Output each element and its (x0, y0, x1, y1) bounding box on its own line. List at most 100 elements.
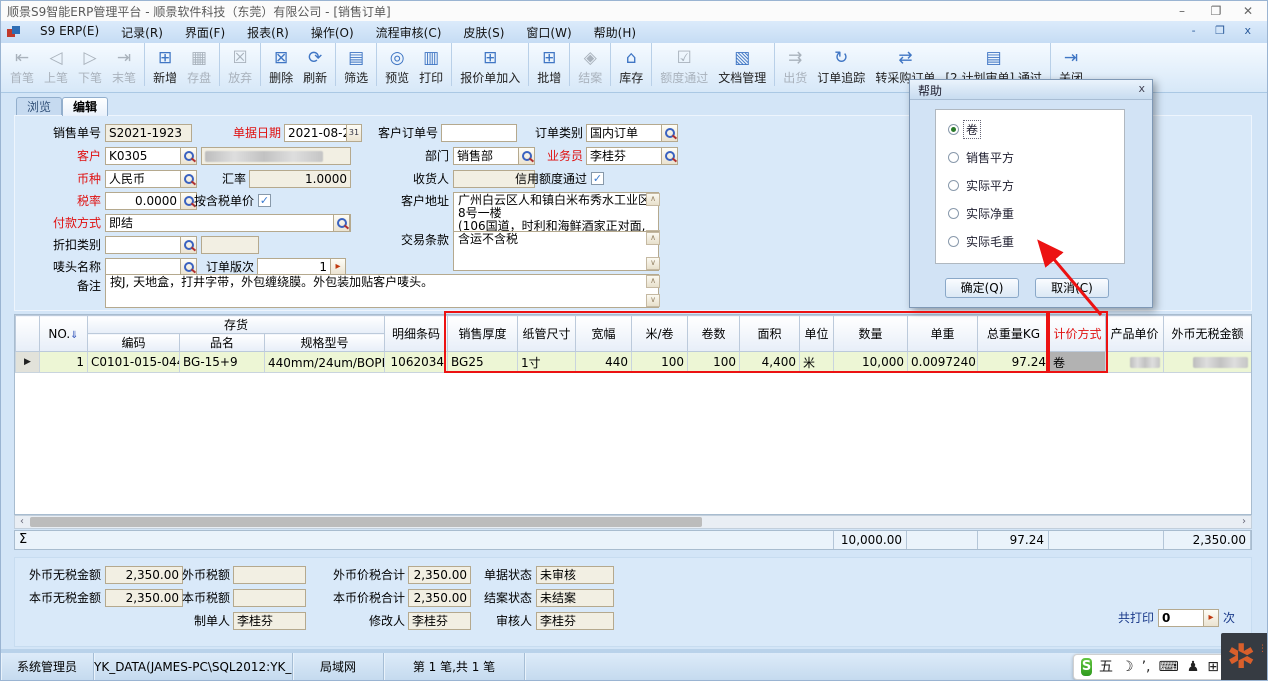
col-item-name[interactable]: 品名 (180, 334, 265, 352)
order-type-field[interactable]: 国内订单 (586, 124, 662, 142)
currency-field[interactable]: 人民币 (105, 170, 181, 188)
col-total-weight[interactable]: 总重量KG (978, 316, 1050, 352)
toolbar-button[interactable]: ⊞ 新增 (144, 43, 182, 86)
discount-lookup-icon[interactable] (180, 236, 197, 254)
pricing-option[interactable]: 销售平方 (948, 149, 1124, 165)
scroll-down-icon[interactable]: ∨ (646, 257, 660, 270)
toolbar-button[interactable]: ⌂ 库存 (610, 43, 648, 86)
calendar-icon[interactable]: 31 (346, 124, 362, 142)
tab-browse[interactable]: 浏览 (16, 97, 62, 116)
cell-total-weight[interactable]: 97.24 (978, 352, 1050, 373)
salesman-field[interactable]: 李桂芬 (586, 147, 662, 165)
order-type-lookup-icon[interactable] (661, 124, 678, 142)
doc-date-field[interactable]: 2021-08-20 (284, 124, 347, 142)
toolbar-button[interactable]: ⇉ 出货 (774, 43, 812, 86)
menu-item[interactable]: 记录(R) (110, 22, 174, 43)
toolbar-button[interactable]: ▤ 筛选 (335, 43, 373, 86)
toolbar-button[interactable]: ⊞ 批增 (528, 43, 566, 86)
sales-no-field[interactable]: S2021-1923 (105, 124, 192, 142)
scroll-left-icon[interactable]: ‹ (15, 516, 29, 528)
cell-tube[interactable]: 1寸 (518, 352, 576, 373)
menu-item[interactable]: S9 ERP(E) (29, 22, 110, 43)
mdi-window-controls[interactable]: - ❐ x (1192, 24, 1259, 37)
scroll-up-icon[interactable]: ∧ (646, 232, 660, 245)
order-line-row[interactable]: ▶ 1 C0101-015-0440-09 BG-15+9 440mm/24um… (16, 352, 1252, 373)
col-item-spec[interactable]: 规格型号 (265, 334, 385, 352)
menu-item[interactable]: 操作(O) (300, 22, 365, 43)
hscroll-thumb[interactable] (30, 517, 702, 527)
cell-rolls[interactable]: 100 (688, 352, 740, 373)
cell-unit-weight[interactable]: 0.0097240 (908, 352, 978, 373)
cell-item-spec[interactable]: 440mm/24um/BOPP预涂... (265, 352, 385, 373)
discount-field[interactable] (105, 236, 181, 254)
pricing-option[interactable]: 实际毛重 (948, 233, 1124, 249)
cell-barcode[interactable]: 1062034 (385, 352, 448, 373)
col-unit-weight[interactable]: 单重 (908, 316, 978, 352)
ime-mode-icon[interactable]: ⊞ (1207, 655, 1219, 679)
toolbar-button[interactable]: ⟳ 刷新 (298, 43, 332, 86)
cell-meters-per-roll[interactable]: 100 (632, 352, 688, 373)
col-thickness[interactable]: 销售厚度 (448, 316, 518, 352)
remark-scrollbar[interactable]: ∧∨ (646, 275, 660, 307)
cell-unit-price[interactable] (1106, 352, 1164, 373)
recorder-logo[interactable]: ✱ ▶ ⋮ (1221, 633, 1268, 681)
col-pricing-method[interactable]: 计价方式 (1050, 316, 1106, 352)
toolbar-button[interactable]: ◎ 预览 (376, 43, 414, 86)
cell-foreign-amount[interactable] (1164, 352, 1252, 373)
scroll-down-icon[interactable]: ∨ (646, 294, 660, 307)
toolbar-button[interactable]: ☑ 额度通过 (651, 43, 713, 86)
menu-item[interactable]: 报表(R) (236, 22, 300, 43)
payment-lookup-icon[interactable] (333, 214, 350, 232)
cell-pricing-method[interactable]: 卷 (1050, 352, 1106, 373)
cell-no[interactable]: 1 (40, 352, 88, 373)
col-qty[interactable]: 数量 (834, 316, 908, 352)
menu-item[interactable]: 界面(F) (174, 22, 236, 43)
terms-scrollbar[interactable]: ∧∨ (646, 232, 660, 270)
toolbar-button[interactable]: ⊞ 报价单加入 (451, 43, 525, 86)
menu-item[interactable]: 窗口(W) (515, 22, 582, 43)
col-meters-per-roll[interactable]: 米/卷 (632, 316, 688, 352)
cell-thickness[interactable]: BG25 (448, 352, 518, 373)
scroll-right-icon[interactable]: › (1237, 516, 1251, 528)
col-width[interactable]: 宽幅 (576, 316, 632, 352)
tax-included-checkbox[interactable]: ✓ (258, 194, 271, 207)
menu-item[interactable]: 帮助(H) (583, 22, 647, 43)
credit-pass-checkbox[interactable]: ✓ (591, 172, 604, 185)
cell-item-code[interactable]: C0101-015-0440-09 (88, 352, 180, 373)
col-no[interactable]: NO.⇓ (40, 316, 88, 352)
col-unit-price[interactable]: 产品单价 (1106, 316, 1164, 352)
ime-mode-icon[interactable]: ☽ (1121, 655, 1134, 679)
remark-field[interactable]: 按J, 天地盒，打井字带，外包缠绕膜。外包装加贴客户唛头。 (105, 274, 659, 308)
cancel-button[interactable]: 取消(C) (1035, 278, 1109, 298)
menu-item[interactable]: 流程审核(C) (365, 22, 453, 43)
minimize-icon[interactable]: – (1165, 2, 1199, 20)
toolbar-button[interactable]: ☒ 放弃 (219, 43, 257, 86)
sogou-logo-icon[interactable]: S (1081, 658, 1092, 676)
toolbar-button[interactable]: ◁ 上笔 (39, 43, 73, 86)
print-count-field[interactable]: 0 (1158, 609, 1204, 627)
dept-field[interactable]: 销售部 (453, 147, 519, 165)
scroll-up-icon[interactable]: ∧ (646, 275, 660, 288)
customer-po-field[interactable] (441, 124, 517, 142)
dialog-close-icon[interactable]: x (1138, 82, 1145, 95)
pricing-option[interactable]: 实际平方 (948, 177, 1124, 193)
menu-item[interactable]: 皮肤(S) (452, 22, 515, 43)
toolbar-button[interactable]: ⊠ 删除 (260, 43, 298, 86)
ime-mode-icon[interactable]: ’, (1142, 655, 1151, 679)
toolbar-button[interactable]: ▧ 文档管理 (713, 43, 771, 86)
toolbar-button[interactable]: ▷ 下笔 (73, 43, 107, 86)
toolbar-button[interactable]: ◈ 结案 (569, 43, 607, 86)
col-inventory-group[interactable]: 存货 (88, 316, 385, 334)
pricing-option[interactable]: 卷 (948, 121, 1124, 137)
tab-edit[interactable]: 编辑 (62, 97, 108, 116)
currency-lookup-icon[interactable] (180, 170, 197, 188)
toolbar-button[interactable]: ▥ 打印 (414, 43, 448, 86)
col-barcode[interactable]: 明细条码 (385, 316, 448, 352)
cell-item-name[interactable]: BG-15+9 (180, 352, 265, 373)
ime-mode-icon[interactable]: 五 (1099, 655, 1113, 679)
dialog-title-bar[interactable]: 帮助 x (910, 80, 1152, 100)
spinner-icon[interactable]: ▸ (1203, 609, 1219, 627)
cell-area[interactable]: 4,400 (740, 352, 800, 373)
scroll-up-icon[interactable]: ∧ (646, 193, 660, 206)
col-tube[interactable]: 纸管尺寸 (518, 316, 576, 352)
